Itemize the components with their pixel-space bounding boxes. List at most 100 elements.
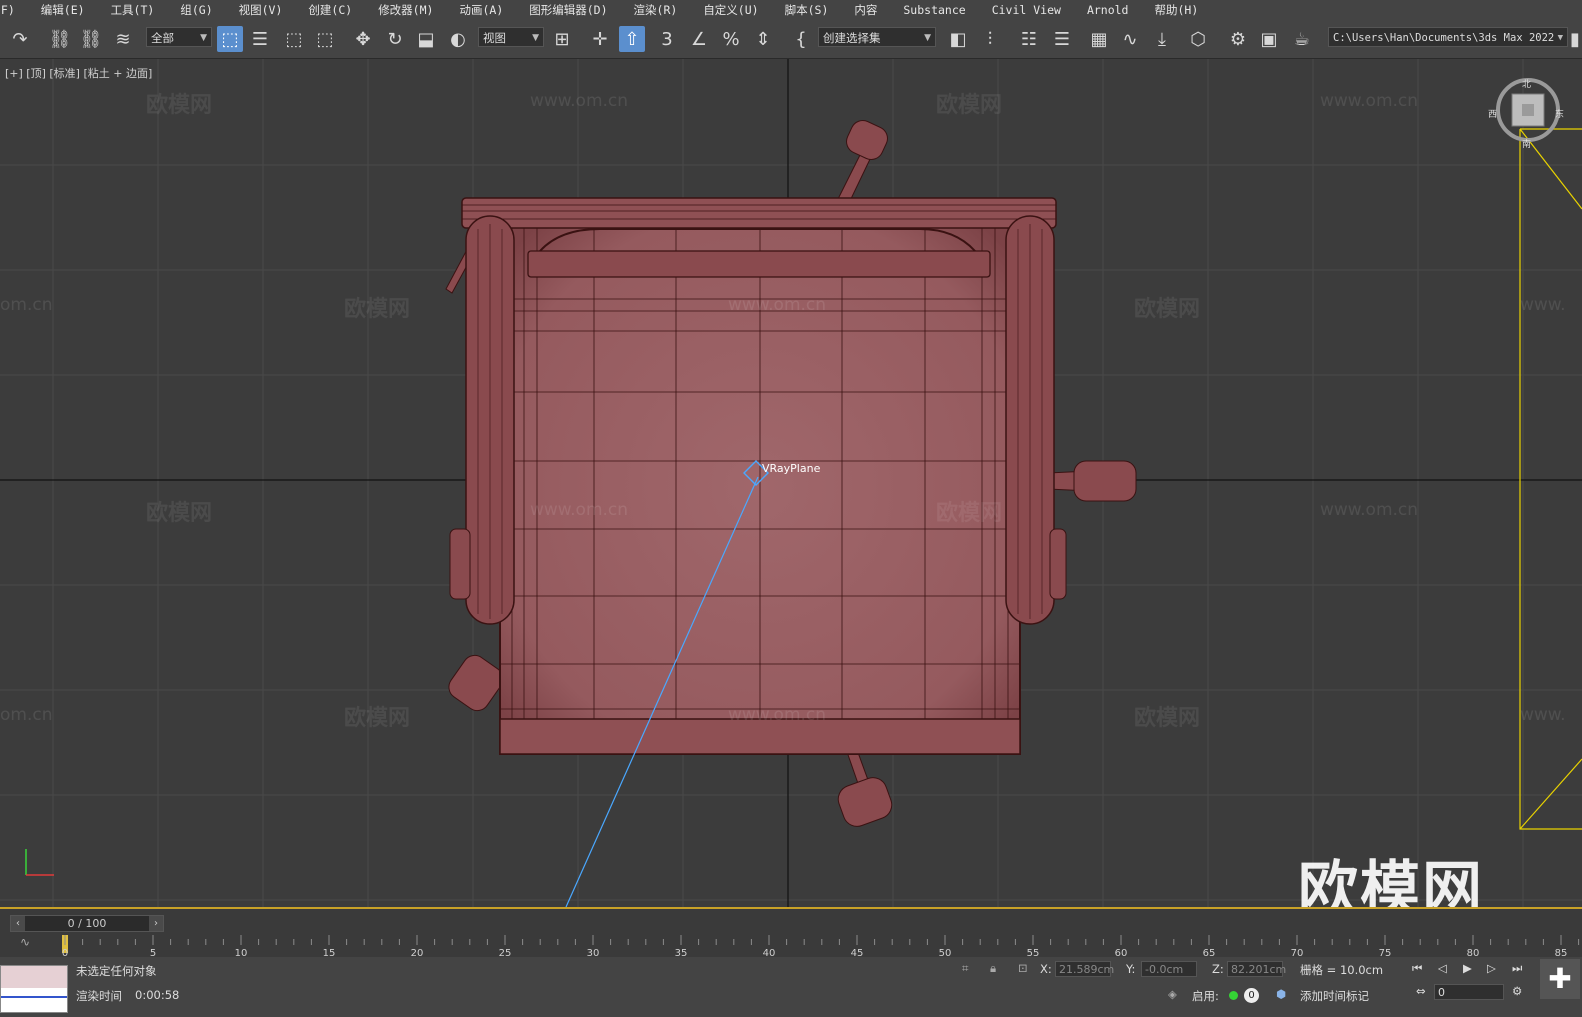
menu-item[interactable]: 工具(T) bbox=[98, 2, 168, 18]
spinner-snap-icon[interactable]: ⇕ bbox=[751, 26, 775, 52]
menu-item[interactable]: 内容 bbox=[841, 2, 890, 18]
maxscript-listener-mini[interactable] bbox=[0, 965, 68, 1013]
curve-editor-icon[interactable]: ∿ bbox=[1118, 26, 1142, 52]
viewport-nav-plus-icon[interactable]: ✚ bbox=[1540, 959, 1580, 999]
timeline-track[interactable]: 0 5 10 15 20 25 30 35 40 45 50 55 60 65 70 75 80 85 bbox=[62, 931, 1582, 957]
viewcube-south: 南 bbox=[1522, 140, 1532, 150]
menu-item[interactable]: 图形编辑器(D) bbox=[516, 2, 620, 18]
percent-snap-icon[interactable]: % bbox=[719, 26, 743, 52]
rect-selection-region-icon[interactable]: ⬚ bbox=[282, 26, 306, 52]
enable-label: 启用: bbox=[1192, 989, 1219, 1003]
placement-icon[interactable]: ◐ bbox=[446, 26, 470, 52]
render-time-label: 渲染时间 bbox=[76, 989, 122, 1003]
select-object-button[interactable]: ⬚ bbox=[217, 26, 243, 52]
menu-item[interactable]: Civil View bbox=[979, 3, 1074, 17]
watermark: om.cn bbox=[0, 705, 53, 725]
time-config-icon[interactable]: ⚙ bbox=[1512, 984, 1522, 998]
menu-item[interactable]: (F) bbox=[0, 3, 28, 17]
schematic-view-icon[interactable]: ⤓ bbox=[1150, 26, 1174, 52]
absolute-mode-icon[interactable]: ⊡ bbox=[1018, 961, 1028, 975]
link-icon[interactable]: ⛓ bbox=[48, 26, 72, 52]
watermark: www.om.cn bbox=[1320, 500, 1419, 520]
enable-count-badge[interactable]: 0 bbox=[1244, 988, 1259, 1003]
watermark: om.cn bbox=[0, 295, 53, 315]
timeline-tick-label: 70 bbox=[1291, 948, 1304, 957]
play-icon[interactable]: ▶ bbox=[1463, 961, 1472, 975]
time-tag-icon[interactable]: ⬢ bbox=[1276, 987, 1286, 1001]
select-by-name-icon[interactable]: ☰ bbox=[248, 26, 272, 52]
mini-curve-editor-icon[interactable]: ∿ bbox=[20, 935, 30, 949]
watermark: 欧模网 bbox=[1134, 706, 1201, 731]
watermark: www.om.cn bbox=[728, 295, 827, 315]
frame-arrows-icon: ⇔ bbox=[1416, 984, 1426, 998]
y-coord-field[interactable]: -0.0cm bbox=[1141, 961, 1197, 977]
lock-icon[interactable]: 🔒︎ bbox=[990, 961, 996, 976]
layer-explorer-icon[interactable]: ☰ bbox=[1050, 26, 1074, 52]
menu-item[interactable]: 创建(C) bbox=[295, 2, 365, 18]
pivot-center-icon[interactable]: ⊞ bbox=[550, 26, 574, 52]
timeline-tick-label: 20 bbox=[411, 948, 424, 957]
menu-item[interactable]: 帮助(H) bbox=[1141, 2, 1211, 18]
go-to-start-icon[interactable]: ⏮ bbox=[1412, 961, 1422, 976]
menu-item[interactable]: 编辑(E) bbox=[28, 2, 98, 18]
menu-item[interactable]: 脚本(S) bbox=[772, 2, 842, 18]
bind-spacewarp-icon[interactable]: ≋ bbox=[110, 26, 136, 52]
selection-filter-dropdown[interactable]: 全部 ▼ bbox=[146, 27, 212, 47]
edit-named-selection-icon[interactable]: { bbox=[790, 26, 812, 52]
select-manipulate-icon[interactable]: ✛ bbox=[588, 26, 612, 52]
mirror-icon[interactable]: ◧ bbox=[946, 26, 970, 52]
menu-item[interactable]: Substance bbox=[890, 3, 978, 17]
timeline-tick-label: 30 bbox=[587, 948, 600, 957]
status-bar: 未选定任何对象 渲染时间 0:00:58 ⌗ 🔒︎ ⊡ X: 21.589cm … bbox=[0, 957, 1582, 1017]
main-toolbar: ↷ ⛓ ⛓ ≋ 全部 ▼ ⬚ ☰ ⬚ ⬚ ✥ ↻ ⬓ ◐ 视图 ▼ ⊞ ✛ ⇧ 3 … bbox=[0, 20, 1582, 59]
material-editor-icon[interactable]: ⬡ bbox=[1186, 26, 1210, 52]
timeline-tick-label: 35 bbox=[675, 948, 688, 957]
reference-coordinate-dropdown[interactable]: 视图 ▼ bbox=[478, 27, 544, 47]
timeline-tick-label: 5 bbox=[150, 948, 156, 957]
project-folder-icon[interactable]: ▮ bbox=[1570, 26, 1580, 52]
render-production-icon[interactable]: ☕ bbox=[1290, 26, 1314, 52]
menu-item[interactable]: 自定义(U) bbox=[690, 2, 771, 18]
snaps-toggle-icon[interactable]: 3 bbox=[655, 26, 679, 52]
redo-icon[interactable]: ↷ bbox=[8, 26, 32, 52]
rotate-icon[interactable]: ↻ bbox=[383, 26, 407, 52]
status-indicator-green bbox=[1229, 991, 1238, 1000]
menu-item[interactable]: 动画(A) bbox=[446, 2, 516, 18]
previous-frame-icon[interactable]: ◁ bbox=[1438, 961, 1447, 975]
unlink-icon[interactable]: ⛓ bbox=[79, 26, 103, 52]
chevron-left-icon[interactable]: ‹ bbox=[11, 916, 25, 931]
window-crossing-icon[interactable]: ⬚ bbox=[313, 26, 337, 52]
z-coord-field[interactable]: 82.201cm bbox=[1227, 961, 1286, 977]
menu-item[interactable]: 渲染(R) bbox=[621, 2, 691, 18]
listener-input-area[interactable] bbox=[1, 966, 67, 988]
menu-item[interactable]: 修改器(M) bbox=[365, 2, 446, 18]
watermark: www. bbox=[1520, 705, 1566, 725]
menu-item[interactable]: 组(G) bbox=[167, 2, 225, 18]
time-slider[interactable]: ‹ 0 / 100 › bbox=[10, 915, 164, 932]
rendered-frame-window-icon[interactable]: ▣ bbox=[1257, 26, 1281, 52]
render-setup-icon[interactable]: ⚙ bbox=[1226, 26, 1250, 52]
go-to-end-icon[interactable]: ⏭ bbox=[1512, 961, 1522, 976]
move-icon[interactable]: ✥ bbox=[350, 26, 376, 52]
watermark: 欧模网 bbox=[344, 706, 411, 731]
scale-icon[interactable]: ⬓ bbox=[414, 26, 438, 52]
scene-explorer-icon[interactable]: ☷ bbox=[1017, 26, 1041, 52]
angle-snap-icon[interactable]: ∠ bbox=[687, 26, 711, 52]
align-icon[interactable]: ⫶ bbox=[978, 26, 1002, 52]
top-viewport[interactable]: [+] [顶] [标准] [粘土 + 边面] 北 西 东 南 VRayPlane… bbox=[0, 59, 1582, 907]
viewport-label[interactable]: [+] [顶] [标准] [粘土 + 边面] bbox=[5, 65, 152, 81]
menu-item[interactable]: Arnold bbox=[1074, 3, 1142, 17]
adaptive-degradation-icon[interactable]: ◈ bbox=[1168, 987, 1177, 1001]
isolate-selection-icon[interactable]: ⌗ bbox=[962, 961, 968, 976]
x-coord-field[interactable]: 21.589cm bbox=[1055, 961, 1114, 977]
menu-item[interactable]: 视图(V) bbox=[226, 2, 296, 18]
named-selection-dropdown[interactable]: 创建选择集 ▼ bbox=[818, 27, 936, 47]
chevron-right-icon[interactable]: › bbox=[149, 916, 163, 931]
add-time-tag-button[interactable]: 添加时间标记 bbox=[1300, 988, 1369, 1004]
toggle-ribbon-icon[interactable]: ▦ bbox=[1087, 26, 1111, 52]
menu-bar: (F)编辑(E)工具(T)组(G)视图(V)创建(C)修改器(M)动画(A)图形… bbox=[0, 0, 1582, 20]
project-path-dropdown[interactable]: C:\Users\Han\Documents\3ds Max 2022 ▼ bbox=[1328, 27, 1568, 47]
current-frame-field[interactable]: 0 bbox=[1434, 984, 1504, 1000]
keyboard-shortcut-override-button[interactable]: ⇧ bbox=[619, 26, 645, 52]
next-frame-icon[interactable]: ▷ bbox=[1487, 961, 1496, 975]
